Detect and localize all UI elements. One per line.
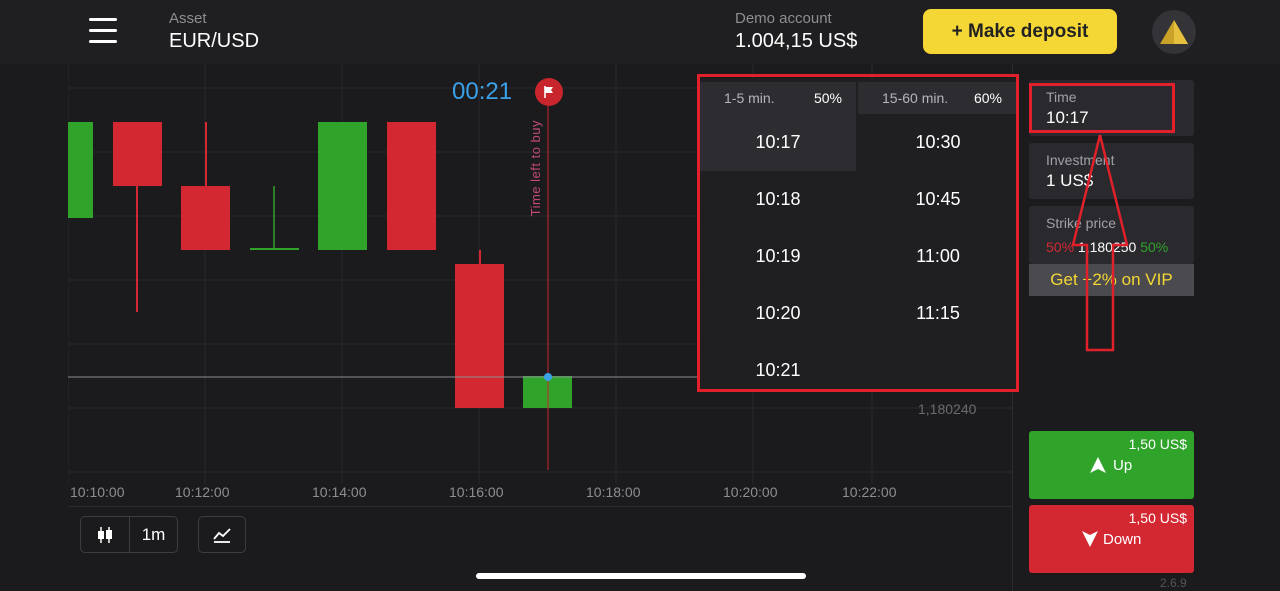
strike-label: Strike price [1046,215,1117,231]
chart-type-group: 1m [80,516,178,553]
group-payout: 60% [973,90,1002,106]
arrow-up-icon [1090,457,1106,473]
hamburger-menu-icon[interactable] [89,18,117,44]
arrow-down-icon [1082,531,1098,547]
time-tick: 10:18:00 [586,484,641,500]
top-bar: Asset EUR/USD Demo account 1.004,15 US$ … [0,0,1280,64]
down-button[interactable]: 1,50 US$ Down [1029,505,1194,573]
version-label: 2.6.9 [1160,576,1187,590]
account-label: Demo account [735,10,832,27]
down-label: Down [1103,531,1142,548]
time-option[interactable]: 10:18 [700,171,856,228]
account-balance[interactable]: 1.004,15 US$ [735,30,857,53]
time-tick: 10:14:00 [312,484,367,500]
candle [455,264,504,408]
up-button[interactable]: 1,50 US$ Up [1029,431,1194,499]
expiry-time-picker: 1-5 min. 50% 15-60 min. 60% 10:17 10:18 … [700,78,1016,390]
strike-value: 1,180250 [1077,239,1137,255]
time-option[interactable]: 10:21 [700,342,856,399]
indicator-icon[interactable] [198,516,246,553]
time-option[interactable]: 10:45 [860,171,1016,228]
time-option[interactable]: 11:15 [860,285,1016,342]
candle [181,186,230,250]
time-tick: 10:10:00 [70,484,125,500]
group-range: 1-5 min. [724,90,775,106]
candle [68,122,93,218]
up-payout: 1,50 US$ [1128,436,1187,452]
group-payout: 50% [813,90,842,106]
time-left-label: Time left to buy [528,120,543,217]
group-range: 15-60 min. [882,90,949,106]
strike-row: 50% 1,180250 50% [1046,239,1168,255]
time-tick: 10:20:00 [723,484,778,500]
current-price-label: 1,180240 [918,401,977,417]
candle [387,122,436,250]
time-field[interactable]: Time 10:17 [1029,80,1194,136]
time-option[interactable]: 11:00 [860,228,1016,285]
time-option[interactable]: 10:17 [700,114,856,171]
countdown-timer: 00:21 [452,78,513,105]
group-header-short: 1-5 min. 50% [700,82,856,114]
candle [318,122,367,250]
strike-price-field[interactable]: Strike price 50% 1,180250 50% [1029,206,1194,264]
vip-promo-button[interactable]: Get +2% on VIP [1029,264,1194,296]
time-option[interactable]: 10:19 [700,228,856,285]
asset-label: Asset [169,10,207,27]
make-deposit-button[interactable]: + Make deposit [923,9,1117,54]
time-tick: 10:16:00 [449,484,504,500]
time-option[interactable]: 10:20 [700,285,856,342]
divider [68,506,1012,507]
home-indicator [476,573,806,579]
chart-toolbar: 1m [80,516,246,553]
gold-triangle-icon [1160,20,1188,44]
flag-icon[interactable] [535,78,563,106]
strike-down-pct: 50% [1046,239,1075,255]
time-tick: 10:22:00 [842,484,897,500]
asset-selector[interactable]: EUR/USD [169,30,259,53]
strike-up-pct: 50% [1140,239,1169,255]
candle [113,122,162,186]
investment-field[interactable]: Investment 1 US$ [1029,143,1194,199]
time-value: 10:17 [1046,108,1089,127]
investment-label: Investment [1046,152,1115,168]
down-payout: 1,50 US$ [1128,510,1187,526]
group-header-long: 15-60 min. 60% [858,82,1016,114]
time-tick: 10:12:00 [175,484,230,500]
investment-value: 1 US$ [1046,171,1094,190]
up-label: Up [1113,457,1133,474]
time-option[interactable]: 10:30 [860,114,1016,171]
interval-selector[interactable]: 1m [129,517,177,552]
time-label: Time [1046,89,1077,105]
avatar[interactable] [1152,10,1196,54]
candlestick-icon[interactable] [81,517,129,552]
